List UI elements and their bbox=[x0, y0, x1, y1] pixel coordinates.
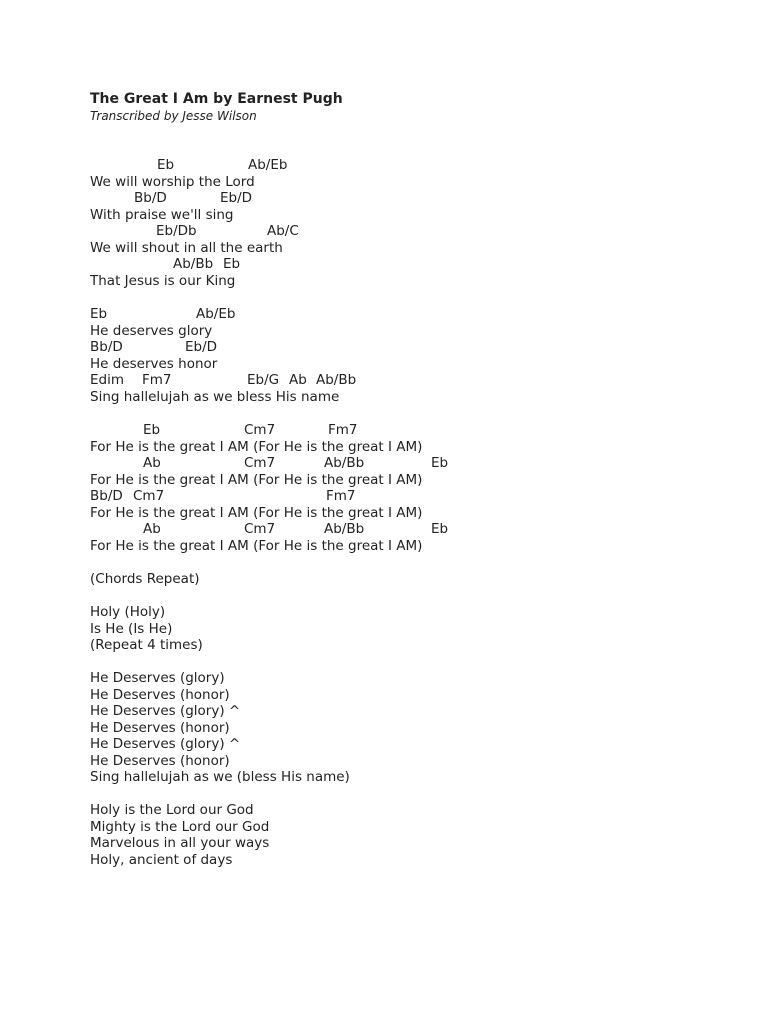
chord: Cm7 bbox=[244, 422, 276, 438]
lyric-line: He Deserves (honor) bbox=[90, 720, 230, 736]
chord: Ab/C bbox=[267, 223, 299, 239]
chord: Ab/Bb bbox=[173, 256, 214, 272]
lyric-line: Holy is the Lord our God bbox=[90, 802, 254, 818]
chord: Cm7 bbox=[133, 488, 165, 504]
lyric-line: Sing hallelujah as we bless His name bbox=[90, 389, 340, 405]
transcriber-credit: Transcribed by Jesse Wilson bbox=[90, 109, 257, 123]
chords-repeat-note: (Chords Repeat) bbox=[90, 571, 200, 587]
chord: Eb bbox=[90, 306, 108, 322]
lyric-line: We will worship the Lord bbox=[90, 174, 255, 190]
chord: Eb bbox=[431, 521, 449, 537]
chord: Ab bbox=[289, 372, 307, 388]
chord: Ab/Bb bbox=[324, 455, 365, 471]
chord: Eb/D bbox=[185, 339, 218, 355]
chord: Eb bbox=[143, 422, 161, 438]
lyric-line: He Deserves (glory) ^ bbox=[90, 703, 241, 719]
chord: Cm7 bbox=[244, 455, 276, 471]
chord: Bb/D bbox=[90, 339, 123, 355]
lyric-line: Mighty is the Lord our God bbox=[90, 819, 270, 835]
chord: Eb bbox=[431, 455, 449, 471]
lyric-line: We will shout in all the earth bbox=[90, 240, 283, 256]
lyric-line: For He is the great I AM (For He is the … bbox=[90, 439, 423, 455]
lyric-line: He Deserves (honor) bbox=[90, 753, 230, 769]
lyric-line: Sing hallelujah as we (bless His name) bbox=[90, 769, 350, 785]
chord: Ab bbox=[143, 521, 161, 537]
chord: Fm7 bbox=[142, 372, 172, 388]
lyric-line: That Jesus is our King bbox=[90, 273, 236, 289]
chord: Fm7 bbox=[326, 488, 356, 504]
chord: Ab/Eb bbox=[196, 306, 236, 322]
lyric-line: He Deserves (glory) bbox=[90, 670, 225, 686]
lyric-line: He Deserves (glory) ^ bbox=[90, 736, 241, 752]
chord: Ab/Eb bbox=[248, 157, 288, 173]
lyric-line: For He is the great I AM (For He is the … bbox=[90, 505, 423, 521]
chord: Bb/D bbox=[134, 190, 167, 206]
lyric-line: Holy (Holy) bbox=[90, 604, 166, 620]
lyric-line: He deserves honor bbox=[90, 356, 218, 372]
chord: Fm7 bbox=[328, 422, 358, 438]
chord: Eb/Db bbox=[156, 223, 197, 239]
chord: Ab/Bb bbox=[324, 521, 365, 537]
chord: Cm7 bbox=[244, 521, 276, 537]
lyric-line: Holy, ancient of days bbox=[90, 852, 233, 868]
repeat-note: (Repeat 4 times) bbox=[90, 637, 203, 653]
chord: Bb/D bbox=[90, 488, 123, 504]
chord: Eb bbox=[157, 157, 175, 173]
lyric-line: For He is the great I AM (For He is the … bbox=[90, 472, 423, 488]
chord: Eb/G bbox=[247, 372, 280, 388]
lyric-line: He deserves glory bbox=[90, 323, 213, 339]
lyric-line: He Deserves (honor) bbox=[90, 687, 230, 703]
lyric-line: For He is the great I AM (For He is the … bbox=[90, 538, 423, 554]
chord: Eb/D bbox=[220, 190, 253, 206]
chord: Ab bbox=[143, 455, 161, 471]
lyric-line: Is He (Is He) bbox=[90, 621, 173, 637]
lyric-line: With praise we'll sing bbox=[90, 207, 234, 223]
chord: Edim bbox=[90, 372, 125, 388]
lyric-line: Marvelous in all your ways bbox=[90, 835, 270, 851]
song-title: The Great I Am by Earnest Pugh bbox=[90, 91, 343, 107]
chord: Ab/Bb bbox=[316, 372, 357, 388]
chord: Eb bbox=[223, 256, 241, 272]
